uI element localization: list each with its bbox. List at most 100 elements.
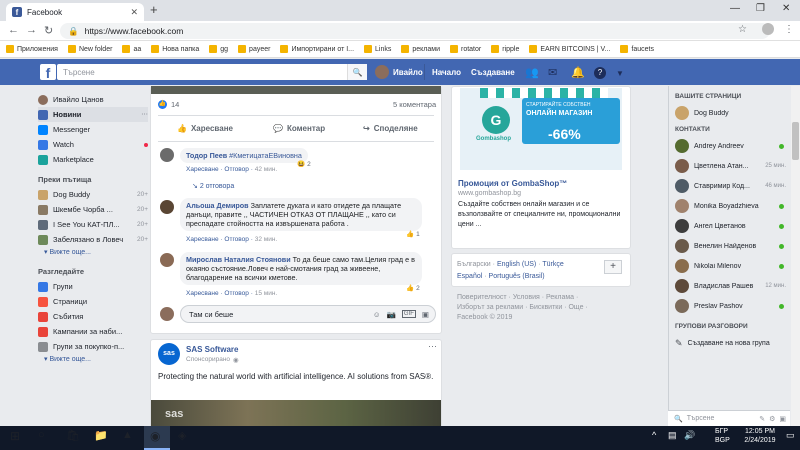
create-link[interactable]: Създаване [471,68,515,77]
new-message-icon[interactable]: ✎ [759,415,765,423]
input-language[interactable]: БГР BGP [715,427,730,445]
explore-item[interactable]: Събития [38,309,148,324]
close-window-icon[interactable]: ✕ [782,3,790,14]
bookmark-item[interactable]: Приложения [6,45,58,53]
avatar[interactable] [160,253,174,267]
clock[interactable]: 12:05 PM 2/24/2019 [738,427,782,445]
bookmark-item[interactable]: реклами [401,45,440,53]
comment-like-link[interactable]: Харесване [186,290,219,297]
comment-reactions[interactable]: 😆 2 [297,160,311,169]
bookmark-star-icon[interactable]: ☆ [738,24,747,35]
sidebar-item-2[interactable]: Watch [38,137,148,152]
like-button[interactable]: 👍 Харесване [177,124,233,133]
comment-like-link[interactable]: Харесване [186,236,219,243]
bookmark-item[interactable]: ripple [491,45,519,53]
sidebar-item-1[interactable]: Messenger [38,122,148,137]
help-icon[interactable]: ? [594,67,606,79]
comment-reply-link[interactable]: Отговор [224,290,249,297]
explore-item[interactable]: Групи за покупко-п... [38,339,148,354]
minimize-icon[interactable]: — [730,3,740,14]
bookmark-item[interactable]: аа [122,45,141,53]
comment-reply-link[interactable]: Отговор [224,166,249,173]
chrome-menu-icon[interactable]: ⋮ [784,24,794,35]
shortcut-item[interactable]: Dog Buddy 20+ [38,187,148,202]
comment-author[interactable]: Мирослав Наталия Стоянови [186,255,291,264]
create-group-button[interactable]: ✎ Създаване на нова група [669,333,790,353]
contact-item[interactable]: Ставримир Код... 46 мин. [669,176,790,196]
chat-toggle-icon[interactable]: ▣ [779,415,790,423]
sidebar-item-3[interactable]: Marketplace [38,152,148,167]
comment-count[interactable]: 5 коментара [393,100,436,109]
see-more-shortcuts[interactable]: ▾ Вижте още... [38,247,148,259]
comment-button[interactable]: 💬 Коментар [273,124,325,133]
account-menu-icon[interactable]: ▼ [616,69,624,78]
post-photo[interactable] [151,86,441,94]
comment-author[interactable]: Альоша Демиров [186,201,249,210]
language-link[interactable]: Español [457,273,482,280]
language-link[interactable]: English (US) [497,261,536,268]
add-language-button[interactable]: + [604,260,622,274]
taskbar-search-icon[interactable]: ○ [38,429,45,441]
sticker-icon[interactable]: ▣ [422,310,435,319]
notifications-center-icon[interactable]: ▭ [786,430,795,441]
post-reactions[interactable]: 👍 14 [158,100,179,109]
language-link[interactable]: Türkçe [542,261,563,268]
sponsored-label[interactable]: Спонсорирано ◉ [186,356,239,364]
explore-item[interactable]: Страници [38,294,148,309]
sponsored-image[interactable] [151,400,441,426]
network-icon[interactable]: ▤ [668,430,677,441]
comment-text[interactable]: #КметицатаЕВиновна [229,151,302,160]
ad-title[interactable]: Промоция от GombaShop™ [458,179,567,188]
volume-icon[interactable]: 🔊 [684,430,695,441]
windows-start-icon[interactable]: ⊞ [10,429,20,443]
comment-reactions[interactable]: 👍 2 [406,284,420,293]
ad-domain[interactable]: www.gombashop.bg [458,190,521,197]
bookmark-item[interactable]: Links [364,45,391,53]
bookmark-item[interactable]: rotator [450,45,481,53]
avatar[interactable] [160,200,174,214]
vlc-icon[interactable]: ▲ [122,429,133,441]
post-options-icon[interactable]: ··· [428,341,437,351]
home-link[interactable]: Начало [432,68,461,77]
comment-author[interactable]: Тодор Пеев [186,151,227,160]
comment-like-link[interactable]: Харесване [186,166,219,173]
share-button[interactable]: ↪ Споделяне [363,124,418,133]
store-icon[interactable]: 🛍 [66,429,80,442]
footer-links[interactable]: Поверителност · Условия · Реклама · [457,293,627,303]
shortcut-item[interactable]: Забелязано в Ловеч 20+ [38,232,148,247]
footer-links[interactable]: Изборът за реклами · Бисквитки · Още · [457,303,627,313]
profile-avatar-icon[interactable] [762,23,774,35]
file-explorer-icon[interactable]: 📁 [94,429,108,442]
contact-item[interactable]: Венелин Найденов [669,236,790,256]
profile-link-left[interactable]: Ивайло Цанов [38,92,148,107]
new-tab-button[interactable]: + [150,2,158,17]
reload-icon[interactable]: ↻ [44,24,53,37]
bookmark-item[interactable]: gg [209,45,228,53]
sidebar-item-0[interactable]: Новини ··· [38,107,148,122]
scrollbar-thumb[interactable] [792,122,799,160]
chat-search-input[interactable]: 🔍 Търсене ✎ ⚙ ▣ [668,410,790,426]
bookmark-item[interactable]: EARN BITCOINS | V... [529,45,610,53]
page-item[interactable]: Dog Buddy [669,103,790,123]
search-icon[interactable]: 🔍 [347,64,367,80]
sponsor-name[interactable]: SAS Software [186,345,238,354]
comment-reactions[interactable]: 👍 1 [406,230,420,239]
bookmark-item[interactable]: New folder [67,45,112,53]
friend-requests-icon[interactable]: 👥 [525,66,539,79]
sas-logo-icon[interactable]: sas [158,343,180,365]
chat-settings-icon[interactable]: ⚙ [769,415,775,423]
contact-item[interactable]: Andrey Andreev [669,136,790,156]
camera-icon[interactable]: 📷 [387,310,396,319]
contact-item[interactable]: Ангел Цветанов [669,216,790,236]
options-icon[interactable]: ··· [142,111,149,118]
gif-icon[interactable]: GIF [401,310,416,318]
comment-input[interactable]: Там си беше ☺ 📷 GIF ▣ [180,305,436,323]
see-more-explore[interactable]: ▾ Вижте още... [38,354,148,366]
ad-banner[interactable]: G Gombashop СТАРТИРАЙТЕ СОБСТВЕН ОНЛАЙН … [460,88,622,170]
avatar[interactable] [160,148,174,162]
contact-item[interactable]: Цветлена Атан... 25 мин. [669,156,790,176]
messenger-icon[interactable]: ✉ [548,66,557,79]
view-replies-link[interactable]: ↘ 2 отговора [192,182,234,190]
bookmark-item[interactable]: faucets [620,45,654,53]
url-field[interactable]: 🔒 https://www.facebook.com [60,23,770,39]
